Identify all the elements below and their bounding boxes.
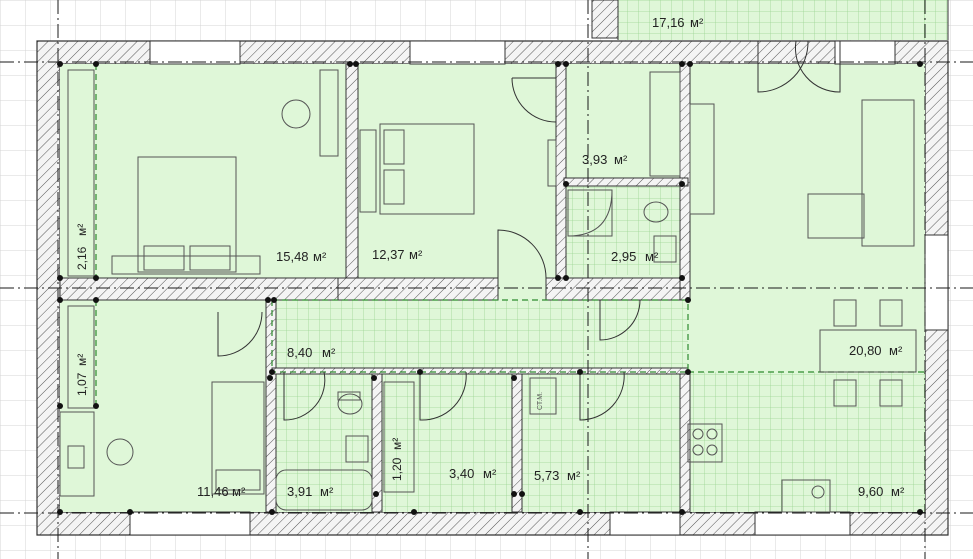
unit-hall: м² bbox=[322, 345, 336, 360]
boiler-label: СТ.М. bbox=[537, 392, 544, 410]
terrace bbox=[591, 0, 949, 40]
unit-closet-left-bottom: м² bbox=[75, 354, 89, 366]
area-terrace: 17,16 bbox=[652, 15, 685, 30]
unit-corridor-small: м² bbox=[483, 466, 497, 481]
floor-plan: 17,16 м² 15,48 м² 12,37 м² 3,93 м² 2,95 … bbox=[0, 0, 973, 559]
area-bedroom-1: 15,48 bbox=[276, 249, 309, 264]
unit-bedroom-3: м² bbox=[232, 484, 246, 499]
unit-bedroom-2: м² bbox=[409, 247, 423, 262]
area-hall: 8,40 bbox=[287, 345, 312, 360]
unit-living: м² bbox=[889, 343, 903, 358]
area-bedroom-2: 12,37 bbox=[372, 247, 405, 262]
area-closet-mid: 1,20 bbox=[390, 457, 404, 481]
area-bath: 3,91 bbox=[287, 484, 312, 499]
unit-bedroom-1: м² bbox=[313, 249, 327, 264]
unit-closet-mid: м² bbox=[390, 438, 404, 450]
unit-kitchen: м² bbox=[891, 484, 905, 499]
area-storage: 5,73 bbox=[534, 468, 559, 483]
area-wc: 2,95 bbox=[611, 249, 636, 264]
area-kitchen: 9,60 bbox=[858, 484, 883, 499]
unit-storage: м² bbox=[567, 468, 581, 483]
area-living: 20,80 bbox=[849, 343, 882, 358]
area-bedroom-3: 11,46 bbox=[197, 484, 229, 499]
unit-dressing-1: м² bbox=[614, 152, 628, 167]
unit-closet-left-top: м² bbox=[75, 224, 89, 236]
area-dressing-1: 3,93 bbox=[582, 152, 607, 167]
area-closet-left-bottom: 1,07 bbox=[75, 372, 89, 396]
unit-bath: м² bbox=[320, 484, 334, 499]
area-corridor-small: 3,40 bbox=[449, 466, 474, 481]
area-closet-left-top: 2,16 bbox=[75, 246, 89, 270]
unit-terrace: м² bbox=[690, 15, 704, 30]
unit-wc: м² bbox=[645, 249, 659, 264]
